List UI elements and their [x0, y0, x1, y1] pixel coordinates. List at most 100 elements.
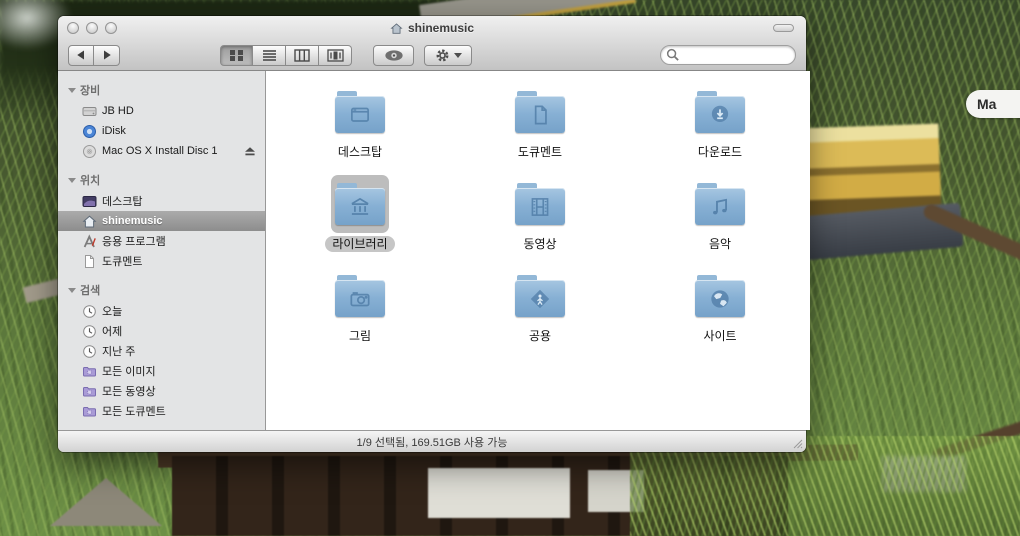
- applications-icon: [82, 234, 97, 249]
- sidebar-item-past-week[interactable]: 지난 주: [58, 341, 265, 361]
- background-pavilion-roof: [790, 203, 963, 262]
- column-view-icon: [294, 49, 310, 62]
- eject-icon[interactable]: [243, 144, 257, 158]
- public-sign-glyph-icon: [527, 286, 553, 312]
- resize-grip[interactable]: [791, 437, 803, 449]
- folder-library-selected[interactable]: 라이브러리: [285, 175, 435, 267]
- sidebar-item-shinemusic[interactable]: shinemusic: [58, 211, 265, 231]
- coverflow-view-button[interactable]: [319, 45, 352, 66]
- search-icon: [666, 48, 680, 62]
- sidebar-item-applications[interactable]: 응용 프로그램: [58, 231, 265, 251]
- section-title: 위치: [80, 172, 100, 188]
- sidebar-item-install-disc[interactable]: Mac OS X Install Disc 1: [58, 141, 265, 161]
- view-mode-segmented-control: [220, 45, 352, 66]
- sidebar-item-label: 오늘: [102, 303, 122, 319]
- list-view-button[interactable]: [253, 45, 286, 66]
- background-wall-patch: [882, 456, 966, 492]
- folder-music[interactable]: 음악: [645, 175, 795, 267]
- background-branch: [921, 202, 1020, 277]
- sidebar-item-label: Mac OS X Install Disc 1: [102, 145, 218, 157]
- folder-movies[interactable]: 동영상: [465, 175, 615, 267]
- desktop-icon-label-text: Ma: [977, 96, 996, 112]
- desktop-glyph-icon: [347, 102, 373, 128]
- sidebar-item-label: 모든 이미지: [102, 363, 156, 379]
- column-view-button[interactable]: [286, 45, 319, 66]
- background-temple-building: [172, 456, 788, 536]
- sidebar-section-devices[interactable]: 장비: [58, 79, 265, 101]
- sidebar-item-today[interactable]: 오늘: [58, 301, 265, 321]
- section-title: 장비: [80, 82, 100, 98]
- home-icon: [390, 22, 403, 35]
- status-text: 1/9 선택됨, 169.51GB 사용 가능: [357, 434, 508, 450]
- document-icon: [82, 254, 97, 269]
- folder-label: 동영상: [523, 237, 556, 251]
- sidebar-item-label: shinemusic: [102, 215, 163, 227]
- desktop-icon-label-clipped[interactable]: Ma: [966, 90, 1020, 118]
- quicklook-eye-icon: [384, 49, 404, 62]
- toolbar-toggle-button[interactable]: [773, 24, 794, 32]
- sidebar-item-all-movies[interactable]: 모든 동영상: [58, 381, 265, 401]
- sidebar-item-all-documents[interactable]: 모든 도큐멘트: [58, 401, 265, 421]
- back-button[interactable]: [68, 45, 94, 66]
- folder-pictures[interactable]: 그림: [285, 267, 435, 359]
- folder-label: 도큐멘트: [518, 145, 562, 159]
- folder-label: 라이브러리: [332, 237, 387, 251]
- dropdown-arrow-icon: [454, 53, 462, 58]
- folder-downloads[interactable]: 다운로드: [645, 83, 795, 175]
- list-view-icon: [262, 49, 277, 62]
- back-icon: [75, 49, 87, 61]
- disclosure-triangle-icon[interactable]: [68, 288, 76, 293]
- sidebar-item-jb-hd[interactable]: JB HD: [58, 101, 265, 121]
- window-title-area: shinemusic: [58, 16, 806, 40]
- sidebar-item-label: 도큐멘트: [102, 253, 142, 269]
- sidebar-item-desktop[interactable]: 데스크탑: [58, 191, 265, 211]
- clock-icon: [82, 324, 97, 339]
- library-glyph-icon: [347, 194, 373, 220]
- finder-window: shinemusic: [58, 16, 806, 452]
- folder-sites[interactable]: 사이트: [645, 267, 795, 359]
- sidebar-item-all-images[interactable]: 모든 이미지: [58, 361, 265, 381]
- document-glyph-icon: [527, 102, 553, 128]
- sidebar-item-documents[interactable]: 도큐멘트: [58, 251, 265, 271]
- sidebar-item-yesterday[interactable]: 어제: [58, 321, 265, 341]
- disclosure-triangle-icon[interactable]: [68, 88, 76, 93]
- sidebar-section-search[interactable]: 검색: [58, 279, 265, 301]
- section-title: 검색: [80, 282, 100, 298]
- folder-label: 다운로드: [698, 145, 742, 159]
- hard-drive-icon: [82, 104, 97, 119]
- title-bar[interactable]: shinemusic: [58, 16, 806, 40]
- window-body: 장비 JB HD iDisk Mac OS X Install Disc 1: [58, 71, 806, 430]
- clock-icon: [82, 344, 97, 359]
- sidebar-item-label: 모든 동영상: [102, 383, 156, 399]
- desktop-picture-icon: [82, 194, 97, 209]
- quicklook-button[interactable]: [373, 45, 414, 66]
- folder-desktop[interactable]: 데스크탑: [285, 83, 435, 175]
- search-field[interactable]: [660, 45, 796, 65]
- sidebar-item-label: 어제: [102, 323, 122, 339]
- icon-view-button[interactable]: [220, 45, 253, 66]
- sidebar-item-idisk[interactable]: iDisk: [58, 121, 265, 141]
- disclosure-triangle-icon[interactable]: [68, 178, 76, 183]
- folder-label: 데스크탑: [338, 145, 382, 159]
- folder-documents[interactable]: 도큐멘트: [465, 83, 615, 175]
- sidebar-item-label: 응용 프로그램: [102, 233, 166, 249]
- clock-icon: [82, 304, 97, 319]
- folder-label: 음악: [709, 237, 731, 251]
- music-note-glyph-icon: [707, 194, 733, 220]
- forward-button[interactable]: [94, 45, 120, 66]
- navigation-buttons: [68, 45, 120, 66]
- background-branch: [931, 410, 1020, 462]
- sidebar-item-label: 지난 주: [102, 343, 135, 359]
- home-icon: [82, 214, 97, 229]
- sidebar-section-places[interactable]: 위치: [58, 169, 265, 191]
- action-button[interactable]: [424, 45, 472, 66]
- folder-public[interactable]: 공용: [465, 267, 615, 359]
- camera-glyph-icon: [347, 286, 373, 312]
- coverflow-view-icon: [327, 49, 344, 62]
- search-input[interactable]: [680, 49, 785, 61]
- folder-label: 사이트: [703, 329, 736, 343]
- background-white-wall: [588, 470, 644, 512]
- icon-view-area[interactable]: 데스크탑 도큐멘트 다운로드: [266, 71, 810, 430]
- folder-label: 그림: [349, 329, 371, 343]
- film-strip-glyph-icon: [527, 194, 553, 220]
